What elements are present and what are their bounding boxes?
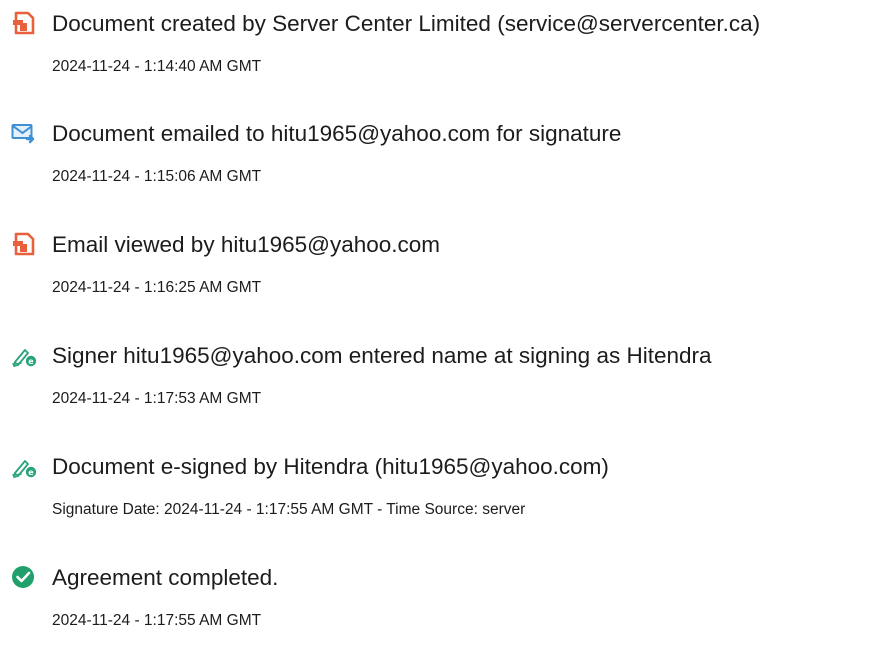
history-entry-completed: Agreement completed. 2024-11-24 - 1:17:5… bbox=[0, 554, 890, 644]
event-timestamp: 2024-11-24 - 1:16:25 AM GMT bbox=[52, 279, 262, 296]
event-timestamp: 2024-11-24 - 1:17:55 AM GMT bbox=[52, 612, 262, 629]
event-title: Document e-signed by Hitendra (hitu1965@… bbox=[52, 454, 609, 479]
event-signature-date: Signature Date: 2024-11-24 - 1:17:55 AM … bbox=[52, 501, 526, 518]
email-icon bbox=[11, 120, 37, 146]
svg-text:e: e bbox=[28, 468, 34, 477]
audit-history-list: Document created by Server Center Limite… bbox=[0, 0, 890, 651]
document-icon bbox=[11, 231, 37, 257]
document-icon bbox=[11, 10, 37, 36]
history-entry-name-entered: e Signer hitu1965@yahoo.com entered name… bbox=[0, 332, 890, 422]
svg-text:e: e bbox=[28, 357, 34, 366]
check-circle-icon bbox=[11, 564, 37, 590]
history-entry-esigned: e Document e-signed by Hitendra (hitu196… bbox=[0, 443, 890, 533]
history-entry-created: Document created by Server Center Limite… bbox=[0, 0, 890, 90]
event-title: Document emailed to hitu1965@yahoo.com f… bbox=[52, 121, 622, 146]
history-entry-viewed: Email viewed by hitu1965@yahoo.com 2024-… bbox=[0, 221, 890, 311]
event-title: Email viewed by hitu1965@yahoo.com bbox=[52, 232, 441, 257]
event-title: Document created by Server Center Limite… bbox=[52, 11, 761, 36]
event-timestamp: 2024-11-24 - 1:14:40 AM GMT bbox=[52, 58, 262, 75]
signature-icon: e bbox=[11, 342, 37, 368]
event-timestamp: 2024-11-24 - 1:17:53 AM GMT bbox=[52, 390, 262, 407]
event-title: Signer hitu1965@yahoo.com entered name a… bbox=[52, 343, 712, 368]
event-timestamp: 2024-11-24 - 1:15:06 AM GMT bbox=[52, 168, 262, 185]
history-entry-emailed: Document emailed to hitu1965@yahoo.com f… bbox=[0, 110, 890, 200]
event-title: Agreement completed. bbox=[52, 565, 279, 590]
signature-icon: e bbox=[11, 453, 37, 479]
